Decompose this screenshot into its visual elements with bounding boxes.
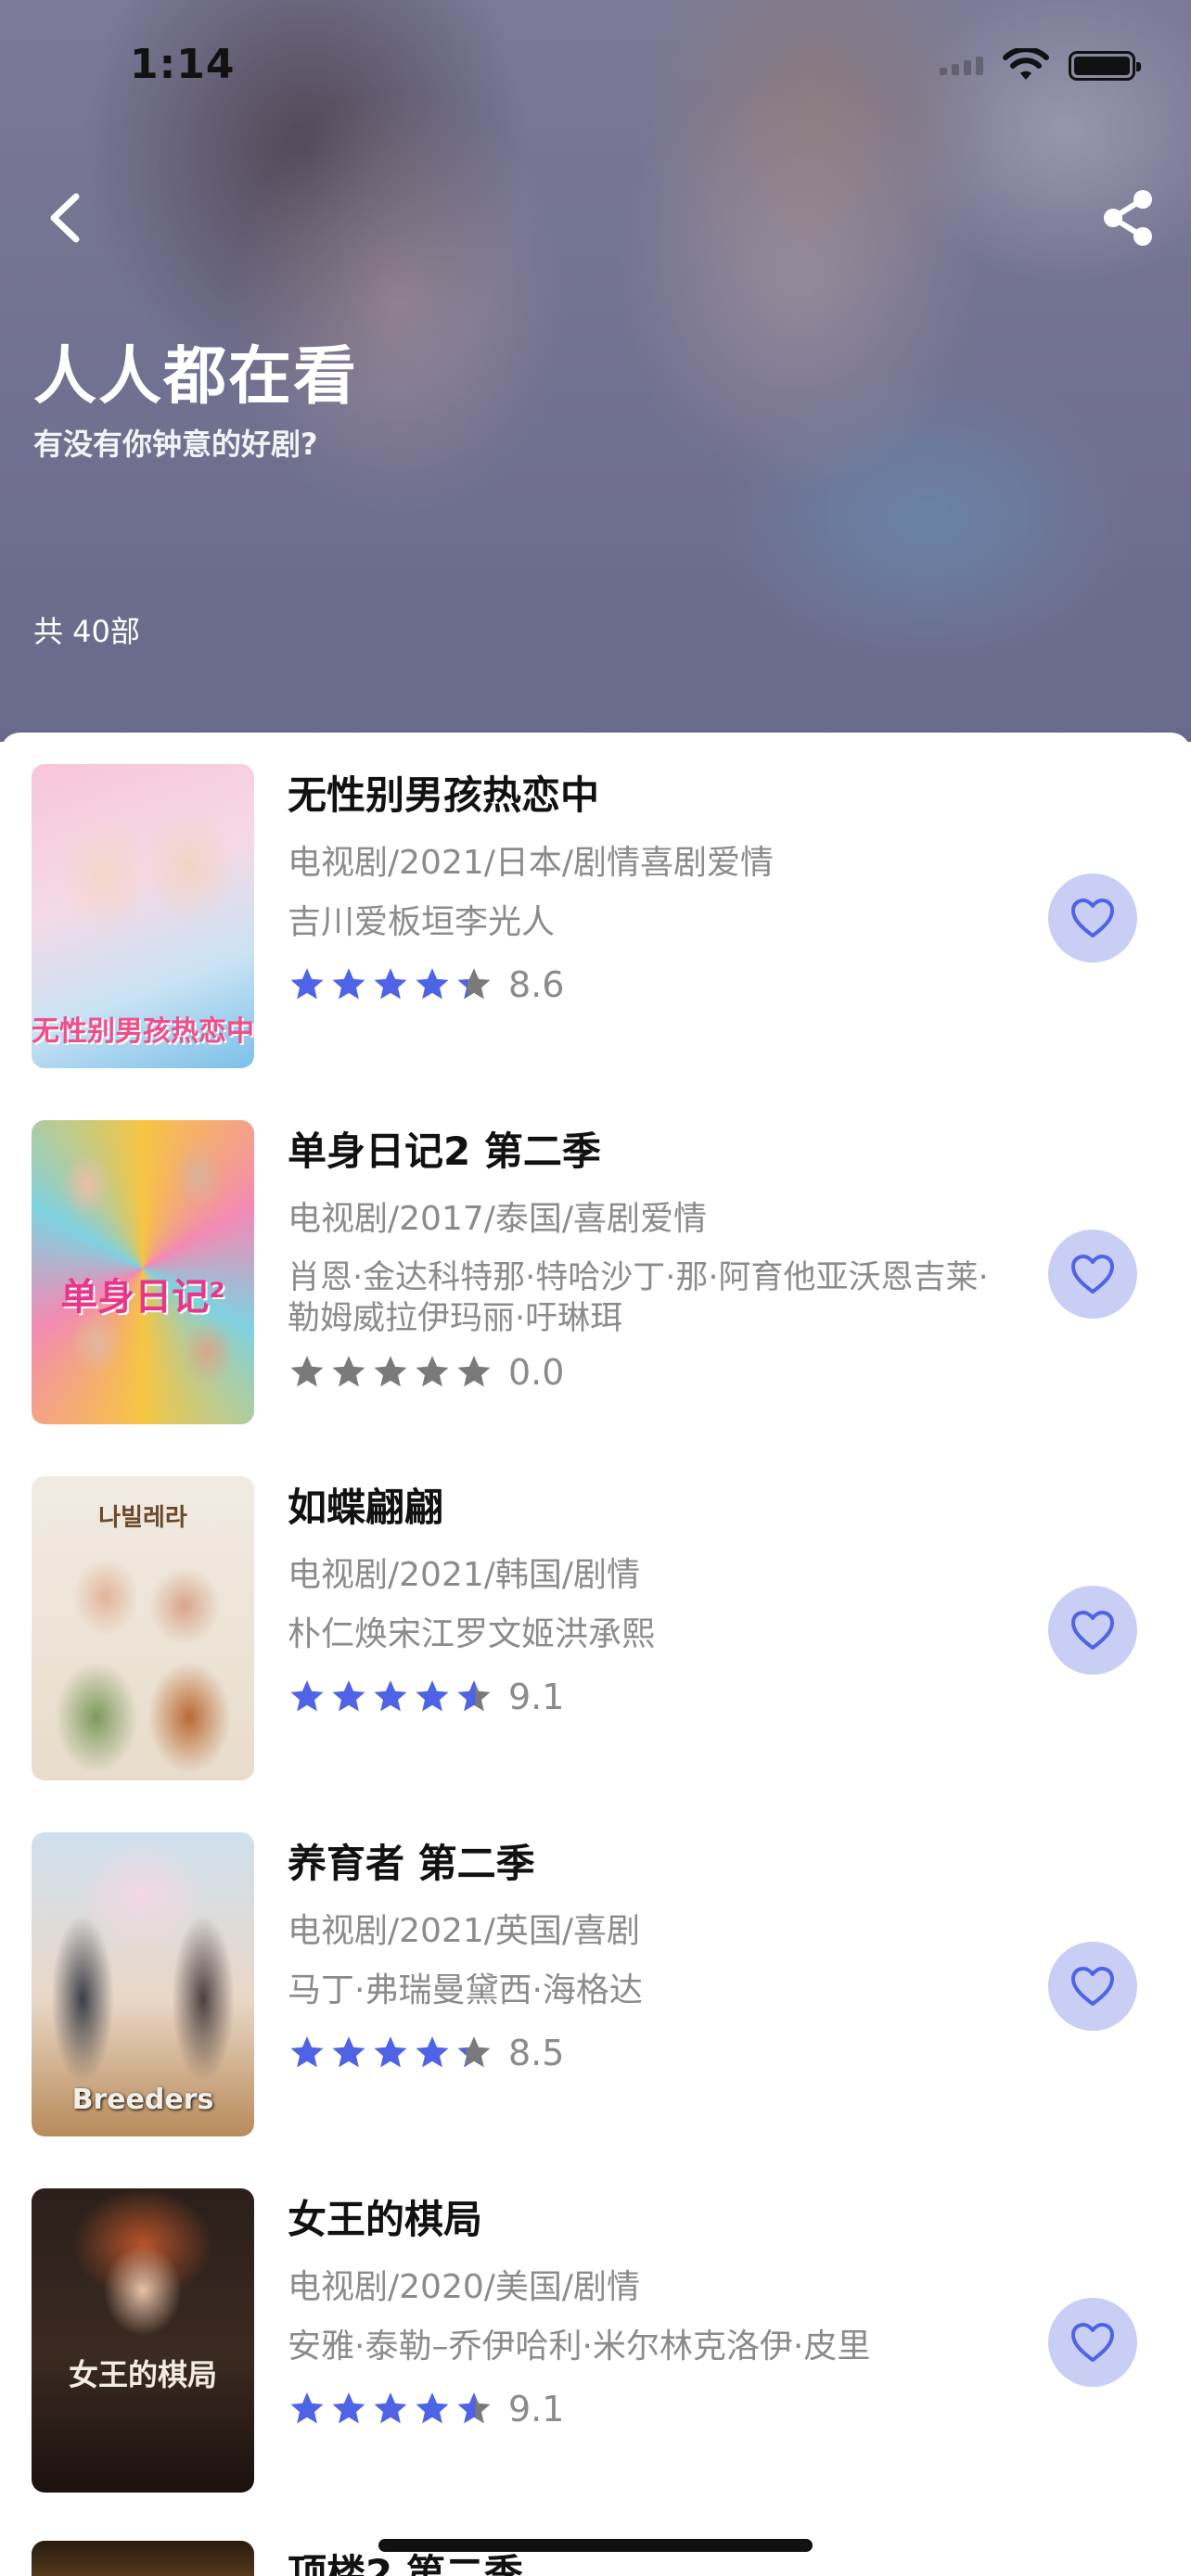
poster-caption: 无性别男孩热恋中 <box>32 1015 254 1048</box>
status-time: 1:14 <box>130 41 236 88</box>
star-icon <box>374 2392 407 2424</box>
poster-image: 单身日记² <box>32 1120 254 1424</box>
poster-image: 나빌레라 <box>32 1476 254 1780</box>
star-icon <box>416 1356 449 1387</box>
star-icon <box>374 1356 407 1387</box>
rating-stars <box>288 965 493 1004</box>
cellular-signal-icon <box>940 57 983 75</box>
item-title: 如蝶翩翩 <box>288 1485 444 1530</box>
star-icon <box>290 1680 324 1712</box>
page-title: 人人都在看 <box>33 340 359 414</box>
rating-stars <box>288 2034 493 2072</box>
home-indicator <box>378 2539 813 2552</box>
item-meta: 电视剧/2020/美国/剧情 <box>288 2268 641 2306</box>
item-cast: 安雅·泰勒–乔伊哈利·米尔林克洛伊·皮里 <box>288 2327 871 2366</box>
status-icons <box>940 48 1141 83</box>
star-icon <box>374 968 407 1000</box>
heart-icon <box>1071 1255 1114 1294</box>
poster-caption: 单身日记² <box>60 1276 225 1319</box>
rating: 8.6 <box>288 964 992 1005</box>
star-icon <box>290 2392 324 2424</box>
poster-image <box>32 2541 254 2576</box>
list-item[interactable]: 单身日记² 单身日记2 第二季 电视剧/2017/泰国/喜剧爱情 肖恩·金达科特… <box>0 1089 1191 1445</box>
star-icon <box>457 2392 491 2424</box>
poster-image: 女王的棋局 <box>32 2188 254 2493</box>
favorite-button[interactable] <box>1048 1586 1137 1675</box>
star-icon <box>290 1356 324 1387</box>
star-icon <box>332 1356 365 1387</box>
item-meta: 电视剧/2021/英国/喜剧 <box>288 1912 641 1950</box>
star-icon <box>457 1356 491 1387</box>
star-icon <box>416 968 449 1000</box>
list-item[interactable]: Breeders 养育者 第二季 电视剧/2021/英国/喜剧 马丁·弗瑞曼黛西… <box>0 1801 1191 2157</box>
star-icon <box>416 2036 449 2068</box>
list-item[interactable]: 无性别男孩热恋中 无性别男孩热恋中 电视剧/2021/日本/剧情喜剧爱情 吉川爱… <box>0 733 1191 1089</box>
favorite-button[interactable] <box>1048 1942 1137 2031</box>
chevron-left-icon <box>50 193 80 243</box>
item-meta: 电视剧/2021/韩国/剧情 <box>288 1556 641 1594</box>
rating-score: 8.5 <box>508 2033 565 2073</box>
item-cast: 肖恩·金达科特那·特哈沙丁·那·阿育他亚沃恩吉莱·勒姆威拉伊玛丽·吁琳珥 <box>288 1259 989 1337</box>
star-icon <box>374 1680 407 1712</box>
item-title: 单身日记2 第二季 <box>288 1129 601 1174</box>
poster-image: Breeders <box>32 1832 254 2136</box>
item-cast: 吉川爱板垣李光人 <box>288 903 556 941</box>
heart-icon <box>1071 1611 1114 1650</box>
favorite-button[interactable] <box>1048 2298 1137 2387</box>
rating: 8.5 <box>288 2033 992 2073</box>
rating-stars <box>288 2390 493 2429</box>
rating: 0.0 <box>288 1352 992 1393</box>
star-icon <box>290 2036 324 2068</box>
list-item[interactable]: 나빌레라 如蝶翩翩 电视剧/2021/韩国/剧情 朴仁焕宋江罗文姬洪承熙 9.1 <box>0 1445 1191 1801</box>
item-cast: 朴仁焕宋江罗文姬洪承熙 <box>288 1615 656 1653</box>
item-cast: 马丁·弗瑞曼黛西·海格达 <box>288 1971 643 2009</box>
page-subtitle: 有没有你钟意的好剧? <box>33 427 318 462</box>
wifi-icon <box>1003 48 1049 80</box>
back-button[interactable] <box>41 185 96 250</box>
rating-score: 0.0 <box>508 1352 565 1393</box>
star-icon <box>332 968 365 1000</box>
star-icon <box>416 2392 449 2424</box>
star-icon <box>374 2036 407 2068</box>
drama-list: 无性别男孩热恋中 无性别男孩热恋中 电视剧/2021/日本/剧情喜剧爱情 吉川爱… <box>0 733 1191 2576</box>
item-meta: 电视剧/2017/泰国/喜剧爱情 <box>288 1200 708 1238</box>
heart-icon <box>1071 1967 1114 2006</box>
share-button[interactable] <box>1098 185 1158 250</box>
share-icon <box>1104 190 1152 246</box>
rating-score: 9.1 <box>508 1677 565 1717</box>
poster-image: 无性别男孩热恋中 <box>32 764 254 1068</box>
item-meta: 电视剧/2021/日本/剧情喜剧爱情 <box>288 844 775 882</box>
star-icon <box>332 1680 365 1712</box>
item-title: 养育者 第二季 <box>288 1841 535 1886</box>
star-icon <box>332 2392 365 2424</box>
star-icon <box>457 2036 491 2068</box>
star-icon <box>416 1680 449 1712</box>
star-icon <box>457 968 491 1000</box>
item-title: 女王的棋局 <box>288 2197 483 2242</box>
hero-header: 1:14 人人都在看 有没有你钟意的好剧? 共 40部 <box>0 0 1191 742</box>
poster-caption: 女王的棋局 <box>68 2357 217 2392</box>
item-count: 共 40部 <box>33 614 140 649</box>
rating-stars <box>288 1353 493 1392</box>
star-icon <box>457 1680 491 1712</box>
star-icon <box>290 968 324 1000</box>
list-item[interactable]: 女王的棋局 女王的棋局 电视剧/2020/美国/剧情 安雅·泰勒–乔伊哈利·米尔… <box>0 2157 1191 2513</box>
rating-stars <box>288 1677 493 1716</box>
poster-caption: Breeders <box>71 2084 214 2116</box>
rating: 9.1 <box>288 2389 992 2429</box>
favorite-button[interactable] <box>1048 874 1137 963</box>
rating-score: 9.1 <box>508 2389 565 2429</box>
favorite-button[interactable] <box>1048 1230 1137 1319</box>
star-icon <box>332 2036 365 2068</box>
heart-icon <box>1071 899 1114 937</box>
rating: 9.1 <box>288 1677 992 1717</box>
battery-icon <box>1069 51 1141 81</box>
rating-score: 8.6 <box>508 964 565 1005</box>
poster-caption: 나빌레라 <box>98 1504 187 1532</box>
heart-icon <box>1071 2323 1114 2362</box>
item-title: 无性别男孩热恋中 <box>288 772 600 818</box>
